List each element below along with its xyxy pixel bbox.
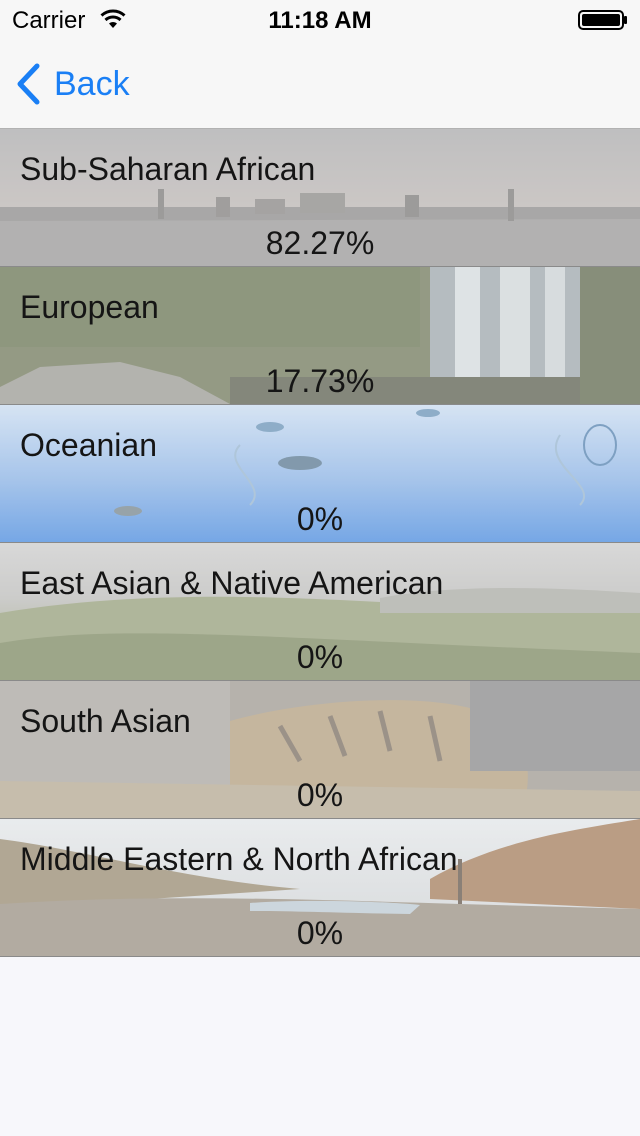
chevron-left-icon xyxy=(17,63,40,105)
list-item[interactable]: South Asian 0% xyxy=(0,681,640,819)
ancestry-label: Oceanian xyxy=(20,427,157,463)
ancestry-label: European xyxy=(20,289,159,325)
ancestry-label: East Asian & Native American xyxy=(20,565,444,601)
clock: 11:18 AM xyxy=(268,7,372,34)
ancestry-percentage: 82.27% xyxy=(265,225,375,261)
ancestry-label: Sub-Saharan African xyxy=(20,151,316,187)
ancestry-label: South Asian xyxy=(20,703,191,739)
back-label: Back xyxy=(54,64,130,103)
ancestry-percentage: 0% xyxy=(296,501,344,537)
ancestry-percentage: 0% xyxy=(296,915,344,951)
ancestry-percentage: 0% xyxy=(296,639,344,675)
back-button[interactable]: Back xyxy=(14,60,130,108)
list-item[interactable]: European 17.73% xyxy=(0,267,640,405)
list-item[interactable]: Oceanian 0% xyxy=(0,405,640,543)
ancestry-label: Middle Eastern & North African xyxy=(20,841,458,877)
list-item[interactable]: East Asian & Native American 0% xyxy=(0,543,640,681)
navigation-bar: Back xyxy=(0,40,640,129)
ancestry-list: Sub-Saharan African 82.27% European 17.7… xyxy=(0,129,640,957)
ancestry-percentage: 0% xyxy=(296,777,344,813)
ancestry-percentage: 17.73% xyxy=(265,363,375,399)
list-item[interactable]: Sub-Saharan African 82.27% xyxy=(0,129,640,267)
battery-icon xyxy=(578,10,627,30)
status-bar: Carrier 11:18 AM xyxy=(0,0,640,40)
list-item[interactable]: Middle Eastern & North African 0% xyxy=(0,819,640,957)
